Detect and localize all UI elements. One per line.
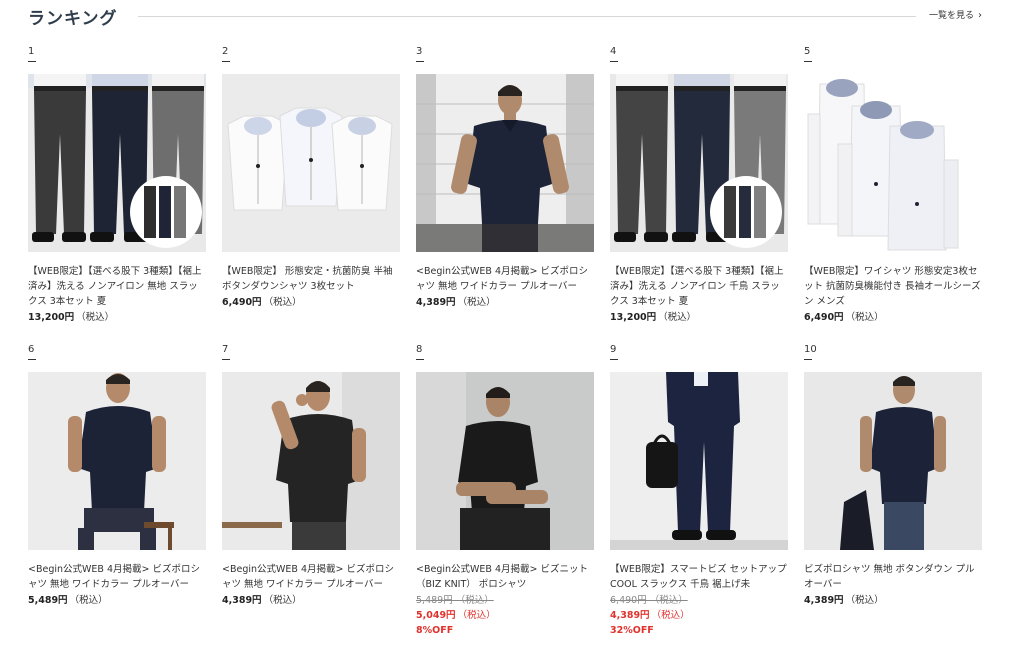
original-price: 6,490円 （税込） [610, 595, 688, 606]
section-title: ランキング [28, 9, 118, 29]
tax-label: （税込） [76, 312, 115, 323]
product-image[interactable] [804, 372, 982, 550]
price-block: 13,200円 （税込） [610, 310, 788, 325]
product-card[interactable]: 6 <Begin公式WEB 4月掲載> ビズポロシャツ 無地 ワイドカラー プル… [28, 344, 206, 606]
price: 6,490円 [222, 297, 262, 308]
tax-label: （税込） [845, 312, 884, 323]
tax-label: （税込） [658, 312, 697, 323]
price: 5,489円 [28, 595, 68, 606]
sale-price: 4,389円 [610, 610, 650, 621]
rank-number: 1 [28, 46, 35, 57]
product-image[interactable] [28, 372, 206, 550]
chevron-right-icon: › [978, 10, 982, 21]
rank-number: 7 [222, 344, 229, 355]
price: 6,490円 [804, 312, 844, 323]
product-image[interactable] [416, 372, 594, 550]
rank-number: 5 [804, 46, 811, 57]
rank-underline [804, 359, 812, 360]
product-image[interactable] [222, 74, 400, 252]
rank-underline [222, 61, 230, 62]
sale-price: 5,049円 [416, 610, 456, 621]
product-image[interactable] [416, 74, 594, 252]
product-name[interactable]: 【WEB限定】【選べる股下 3種類】【裾上済み】洗える ノンアイロン 無地 スラ… [28, 264, 206, 309]
product-card[interactable]: 2 【WEB限定】 形態安定・抗菌防臭 半袖ボタンダウンシャツ 3枚セット 6,… [222, 46, 400, 308]
rank-number: 4 [610, 46, 617, 57]
product-card[interactable]: 10 ビズポロシャツ 無地 ボタンダウン プルオーバー 4,389円 （税込） [804, 344, 982, 606]
product-card[interactable]: 1 【WEB限定】【選べる股下 3種類】【裾上済み】洗える ノンアイロン 無地 … [28, 46, 206, 323]
tax-label: （税込） [651, 610, 690, 621]
rank-number: 3 [416, 46, 423, 57]
price-block: 4,389円 （税込） [222, 593, 400, 608]
product-name[interactable]: <Begin公式WEB 4月掲載> ビズポロシャツ 無地 ワイドカラー プルオー… [222, 562, 400, 592]
original-price: 5,489円 （税込） [416, 595, 494, 606]
rank-number: 9 [610, 344, 617, 355]
view-all-label: 一覧を見る [928, 11, 974, 21]
price-block: 6,490円 （税込） [222, 295, 400, 310]
discount-badge: 8%OFF [416, 625, 454, 636]
rank-number: 2 [222, 46, 229, 57]
tax-label: （税込） [457, 297, 496, 308]
product-name[interactable]: <Begin公式WEB 4月掲載> ビズポロシャツ 無地 ワイドカラー プルオー… [416, 264, 594, 294]
product-name[interactable]: 【WEB限定】 形態安定・抗菌防臭 半袖ボタンダウンシャツ 3枚セット [222, 264, 400, 294]
rank-underline [610, 61, 618, 62]
rank-underline [804, 61, 812, 62]
tax-label: （税込） [69, 595, 108, 606]
rank-number: 6 [28, 344, 35, 355]
product-card[interactable]: 3 <Begin公式WEB 4月掲載> ビズポロシャツ 無地 ワイドカラー プル… [416, 46, 594, 308]
ranking-header: ランキング 一覧を見る › [28, 4, 982, 29]
product-card[interactable]: 5 【WEB限定】ワイシャツ 形態安定3枚セット 抗菌防臭機能付き 長袖オールシ… [804, 46, 982, 323]
product-card[interactable]: 4 【WEB限定】【選べる股下 3種類】【裾上済み】洗える ノンアイロン 千鳥 … [610, 46, 788, 323]
price-block: 5,489円 （税込） [28, 593, 206, 608]
product-name[interactable]: <Begin公式WEB 4月掲載> ビズポロシャツ 無地 ワイドカラー プルオー… [28, 562, 206, 592]
price: 13,200円 [610, 312, 657, 323]
product-image[interactable] [610, 74, 788, 252]
discount-badge: 32%OFF [610, 625, 654, 636]
product-card[interactable]: 8 <Begin公式WEB 4月掲載> ビズニット（BIZ KNIT） ポロシャ… [416, 344, 594, 636]
price: 4,389円 [416, 297, 456, 308]
price: 13,200円 [28, 312, 75, 323]
product-name[interactable]: <Begin公式WEB 4月掲載> ビズニット（BIZ KNIT） ポロシャツ [416, 562, 594, 592]
rank-underline [28, 61, 36, 62]
rank-number: 10 [804, 344, 817, 355]
product-card[interactable]: 9 【WEB限定】スマートビズ セットアップ COOL スラックス 千鳥 裾上げ… [610, 344, 788, 636]
header-divider [138, 16, 916, 17]
price-block: 4,389円 （税込） [804, 593, 982, 608]
price-block: 6,490円 （税込） 4,389円 （税込） 32%OFF [610, 593, 788, 638]
product-image[interactable] [222, 372, 400, 550]
price: 4,389円 [804, 595, 844, 606]
tax-label: （税込） [457, 610, 496, 621]
product-image[interactable] [28, 74, 206, 252]
product-image[interactable] [610, 372, 788, 550]
tax-label: （税込） [845, 595, 884, 606]
view-all-link[interactable]: 一覧を見る › [929, 8, 982, 21]
rank-underline [416, 61, 424, 62]
product-name[interactable]: 【WEB限定】【選べる股下 3種類】【裾上済み】洗える ノンアイロン 千鳥 スラ… [610, 264, 788, 309]
rank-underline [28, 359, 36, 360]
product-name[interactable]: ビズポロシャツ 無地 ボタンダウン プルオーバー [804, 562, 982, 592]
price-block: 5,489円 （税込） 5,049円 （税込） 8%OFF [416, 593, 594, 638]
product-image[interactable] [804, 74, 982, 252]
price-block: 6,490円 （税込） [804, 310, 982, 325]
rank-underline [416, 359, 424, 360]
rank-underline [222, 359, 230, 360]
rank-underline [610, 359, 618, 360]
tax-label: （税込） [263, 297, 302, 308]
price-block: 4,389円 （税込） [416, 295, 594, 310]
rank-number: 8 [416, 344, 423, 355]
price-block: 13,200円 （税込） [28, 310, 206, 325]
product-name[interactable]: 【WEB限定】ワイシャツ 形態安定3枚セット 抗菌防臭機能付き 長袖オールシーズ… [804, 264, 982, 309]
price: 4,389円 [222, 595, 262, 606]
tax-label: （税込） [263, 595, 302, 606]
product-name[interactable]: 【WEB限定】スマートビズ セットアップ COOL スラックス 千鳥 裾上げ未 [610, 562, 788, 592]
product-card[interactable]: 7 <Begin公式WEB 4月掲載> ビズポロシャツ 無地 ワイドカラー プル… [222, 344, 400, 606]
